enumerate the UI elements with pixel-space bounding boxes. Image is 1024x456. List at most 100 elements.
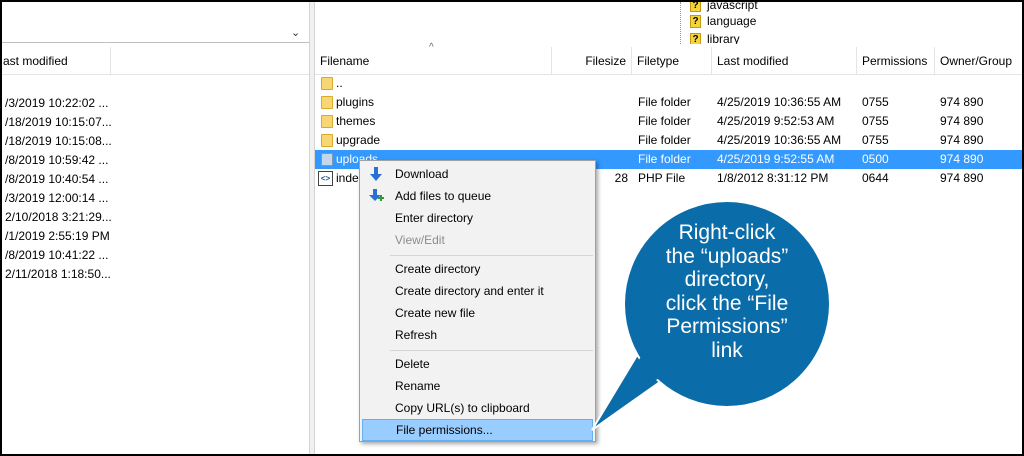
permissions-cell: 0644 xyxy=(862,171,889,185)
menu-item-create-new-file[interactable]: Create new file xyxy=(362,302,593,324)
callout-line: Permissions” xyxy=(666,315,788,338)
modified-cell: 1/8/2012 8:31:12 PM xyxy=(717,171,829,185)
column-label: Filesize xyxy=(585,54,626,68)
filetype-cell: File folder xyxy=(638,114,691,128)
menu-item-enter-directory[interactable]: Enter directory xyxy=(362,207,593,229)
menu-item-create-directory[interactable]: Create directory xyxy=(362,258,593,280)
filesize-cell: 28 xyxy=(614,171,628,185)
callout-line: directory, xyxy=(684,268,770,291)
callout-line: Right-click xyxy=(678,221,776,244)
owner-cell: 974 890 xyxy=(940,152,984,166)
tree-item-label: library xyxy=(707,32,740,44)
add-to-queue-icon xyxy=(369,189,384,201)
list-item[interactable]: /3/2019 10:22:02 ... xyxy=(2,94,309,113)
sort-ascending-icon: ^ xyxy=(429,42,434,53)
modified-cell: 4/25/2019 10:36:55 AM xyxy=(717,133,842,147)
unknown-folder-icon: ? xyxy=(690,32,701,44)
filename-cell: .. xyxy=(336,76,343,90)
menu-item-add-to-queue[interactable]: Add files to queue xyxy=(362,185,593,207)
folder-icon xyxy=(321,115,333,128)
menu-item-delete[interactable]: Delete xyxy=(362,353,593,375)
php-file-icon: <> xyxy=(318,171,333,186)
tree-item-language[interactable]: ? language xyxy=(690,13,756,29)
column-filetype[interactable]: Filetype xyxy=(632,47,712,75)
callout-line: the “uploads” xyxy=(665,244,789,268)
remote-list-header: Filename Filesize Filetype Last modified… xyxy=(315,47,1022,75)
menu-item-download[interactable]: Download xyxy=(362,163,593,185)
menu-item-label: Enter directory xyxy=(395,211,474,225)
column-owner-group[interactable]: Owner/Group xyxy=(935,47,1022,75)
tree-item-label: language xyxy=(707,14,757,28)
column-label: Permissions xyxy=(862,54,928,68)
callout-text: Right-click the “uploads” directory, cli… xyxy=(636,221,818,362)
menu-item-label: Refresh xyxy=(395,328,438,342)
list-item[interactable]: /18/2019 10:15:07... xyxy=(2,113,309,132)
column-last-modified[interactable]: Last modified xyxy=(712,47,857,75)
list-item[interactable]: /8/2019 10:59:42 ... xyxy=(2,151,309,170)
filetype-cell: File folder xyxy=(638,95,691,109)
permissions-cell: 0755 xyxy=(862,114,889,128)
menu-item-label: Download xyxy=(395,167,449,181)
local-tree-pane[interactable]: ⌄ xyxy=(2,2,309,43)
tree-connector xyxy=(680,2,681,44)
table-row-plugins[interactable]: plugins File folder 4/25/2019 10:36:55 A… xyxy=(315,93,1022,112)
list-item[interactable]: 2/11/2018 1:18:50... xyxy=(2,265,309,284)
filetype-cell: File folder xyxy=(638,133,691,147)
column-label: ast modified xyxy=(3,54,68,68)
callout-pointer-fill xyxy=(596,352,664,426)
list-item[interactable]: 2/10/2018 3:21:29... xyxy=(2,208,309,227)
menu-item-label: Create new file xyxy=(395,306,476,320)
owner-cell: 974 890 xyxy=(940,114,984,128)
table-row-themes[interactable]: themes File folder 4/25/2019 9:52:53 AM … xyxy=(315,112,1022,131)
column-label: Owner/Group xyxy=(940,54,1013,68)
menu-item-label: View/Edit xyxy=(395,233,445,247)
chevron-down-icon[interactable]: ⌄ xyxy=(291,26,300,39)
unknown-folder-icon: ? xyxy=(690,14,701,28)
menu-item-label: Rename xyxy=(395,379,441,393)
menu-item-refresh[interactable]: Refresh xyxy=(362,324,593,346)
menu-item-copy-url[interactable]: Copy URL(s) to clipboard xyxy=(362,397,593,419)
menu-item-view-edit: View/Edit xyxy=(362,229,593,251)
filetype-cell: File folder xyxy=(638,152,691,166)
menu-item-label: Delete xyxy=(395,357,430,371)
column-permissions[interactable]: Permissions xyxy=(857,47,935,75)
modified-cell: 4/25/2019 9:52:53 AM xyxy=(717,114,835,128)
permissions-cell: 0755 xyxy=(862,133,889,147)
ftp-client-window: ⌄ ? javascript ? language ? library ast … xyxy=(0,0,1024,456)
column-filesize[interactable]: Filesize xyxy=(552,47,632,75)
modified-cell: 4/25/2019 9:52:55 AM xyxy=(717,152,835,166)
menu-item-rename[interactable]: Rename xyxy=(362,375,593,397)
permissions-cell: 0755 xyxy=(862,95,889,109)
folder-icon xyxy=(321,77,333,90)
menu-separator xyxy=(390,255,593,256)
column-label: Last modified xyxy=(717,54,789,68)
download-arrow-icon xyxy=(370,167,382,181)
filename-cell: upgrade xyxy=(336,133,381,147)
menu-item-file-permissions[interactable]: File permissions... xyxy=(362,419,593,441)
tree-item-library[interactable]: ? library xyxy=(690,31,740,44)
column-last-modified[interactable]: ast modified xyxy=(2,47,111,75)
tree-item-javascript[interactable]: ? javascript xyxy=(690,2,758,13)
permissions-cell: 0500 xyxy=(862,152,889,166)
column-label: Filename xyxy=(320,54,370,68)
table-row-parent[interactable]: .. xyxy=(315,74,1022,93)
list-item[interactable]: /8/2019 10:40:54 ... xyxy=(2,170,309,189)
remote-tree-pane[interactable]: ? javascript ? language ? library xyxy=(315,2,1022,44)
local-file-list: /3/2019 10:22:02 ... /18/2019 10:15:07..… xyxy=(2,94,309,284)
menu-item-label: Create directory xyxy=(395,262,481,276)
unknown-folder-icon: ? xyxy=(690,2,701,12)
modified-cell: 4/25/2019 10:36:55 AM xyxy=(717,95,842,109)
list-item[interactable]: /3/2019 12:00:14 ... xyxy=(2,189,309,208)
list-item[interactable]: /1/2019 2:55:19 PM xyxy=(2,227,309,246)
list-item[interactable]: /8/2019 10:41:22 ... xyxy=(2,246,309,265)
context-menu: Download Add files to queue Enter direct… xyxy=(359,160,596,442)
local-list-header: ast modified xyxy=(2,47,309,75)
callout-line: link xyxy=(711,338,743,362)
callout-line: click the “File xyxy=(665,291,789,315)
owner-cell: 974 890 xyxy=(940,171,984,185)
menu-item-label: File permissions... xyxy=(396,423,493,437)
list-item[interactable]: /18/2019 10:15:08... xyxy=(2,132,309,151)
menu-item-label: Add files to queue xyxy=(395,189,492,203)
menu-item-create-directory-enter[interactable]: Create directory and enter it xyxy=(362,280,593,302)
table-row-upgrade[interactable]: upgrade File folder 4/25/2019 10:36:55 A… xyxy=(315,131,1022,150)
